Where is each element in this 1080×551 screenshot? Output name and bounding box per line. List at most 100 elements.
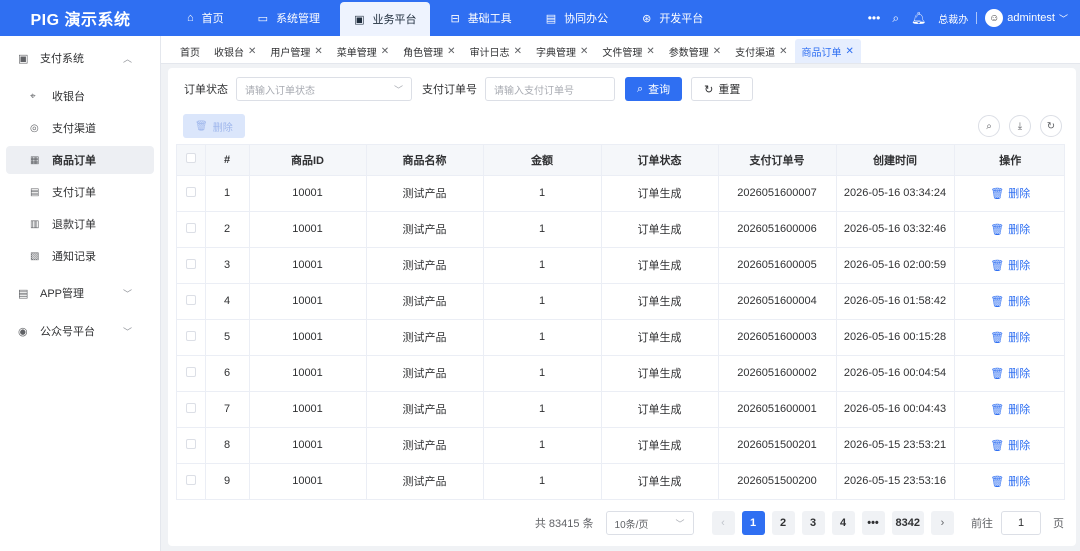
search-toggle-icon[interactable]: ⌕ (978, 115, 1000, 137)
tab-file-manage[interactable]: 文件管理 ✕ (595, 39, 661, 63)
goto-page-input[interactable]: 1 (1001, 511, 1041, 535)
select-all-checkbox[interactable] (185, 153, 196, 164)
row-checkbox[interactable] (185, 330, 196, 341)
table-row[interactable]: 6 10001 测试产品 1 订单生成 2026051600002 2026-05-16 0… (177, 355, 1064, 392)
top-nav-office[interactable]: ▤ 协同办公 (532, 2, 622, 34)
table-row[interactable]: 1 10001 测试产品 1 订单生成 2026051600007 2026-05-16 0… (177, 175, 1064, 212)
action-cell: 🗑︎ 删除 (954, 283, 1064, 320)
download-icon[interactable]: ⤓ (1009, 115, 1031, 137)
avatar[interactable]: ☺ (985, 9, 1004, 27)
chevron-down-icon[interactable]: ﹀ (1059, 12, 1068, 25)
row-delete-button[interactable]: 🗑︎ 删除 (990, 260, 1030, 272)
page-button[interactable]: 1 (741, 511, 765, 535)
page-button[interactable]: 3 (801, 511, 825, 535)
sidebar-item-notify-record[interactable]: ▧ 通知记录 (6, 242, 154, 270)
row-select-cell (177, 175, 206, 212)
close-icon[interactable]: ✕ (314, 46, 322, 57)
pay-no-input[interactable]: 请输入支付订单号 (485, 77, 615, 101)
main-card: 订单状态 请输入订单状态 ﹀ 支付订单号 请输入支付订单号 ⌕ 查询 ↻ 重置 🗑︎… (168, 68, 1076, 546)
batch-delete-button[interactable]: 🗑︎ 删除 (183, 114, 245, 138)
top-nav-dev[interactable]: ⊛ 开发平台 (628, 2, 717, 34)
tab-param-manage[interactable]: 参数管理 ✕ (662, 39, 728, 63)
top-nav-tools[interactable]: ⊟ 基础工具 (436, 2, 525, 34)
row-delete-button[interactable]: 🗑︎ 删除 (990, 332, 1030, 344)
sidebar-group-app[interactable]: ▤ APP管理 ﹀ (0, 274, 160, 312)
row-checkbox[interactable] (185, 366, 196, 377)
table-row[interactable]: 5 10001 测试产品 1 订单生成 2026051600003 2026-05-16 0… (177, 319, 1064, 356)
sidebar-item-cashier[interactable]: ⌖ 收银台 (6, 82, 154, 110)
row-delete-button[interactable]: 🗑︎ 删除 (990, 296, 1030, 308)
goods-name-cell: 测试产品 (366, 319, 484, 356)
row-checkbox[interactable] (185, 222, 196, 233)
close-icon[interactable]: ✕ (248, 46, 256, 57)
sidebar-group-wechat[interactable]: ◉ 公众号平台 ﹀ (0, 312, 160, 350)
row-delete-button[interactable]: 🗑︎ 删除 (990, 188, 1030, 200)
row-delete-button[interactable]: 🗑︎ 删除 (990, 404, 1030, 416)
row-checkbox[interactable] (185, 258, 196, 269)
page-button[interactable]: 2 (771, 511, 795, 535)
top-nav-system[interactable]: ▭ 系统管理 (244, 2, 334, 34)
top-right-tools: ••• ⌕ 🔔︎ 总裁办 ☺ admintest ﹀ (856, 9, 1080, 27)
table-row[interactable]: 9 10001 测试产品 1 订单生成 2026051500200 2026-05-15 2… (177, 463, 1064, 499)
table-row[interactable]: 7 10001 测试产品 1 订单生成 2026051600001 2026-05-16 0… (177, 391, 1064, 428)
more-button[interactable]: ••• (868, 11, 881, 25)
row-checkbox[interactable] (185, 186, 196, 197)
tab-user-manage[interactable]: 用户管理 ✕ (263, 39, 329, 63)
office-icon: ▤ (545, 12, 557, 25)
status-select[interactable]: 请输入订单状态 ﹀ (236, 77, 412, 101)
close-icon[interactable]: ✕ (514, 46, 522, 57)
row-delete-button[interactable]: 🗑︎ 删除 (990, 368, 1030, 380)
tab-menu-manage[interactable]: 菜单管理 ✕ (330, 39, 396, 63)
tab-role-manage[interactable]: 角色管理 ✕ (396, 39, 462, 63)
top-nav-home[interactable]: ⌂ 首页 (173, 2, 238, 34)
query-button[interactable]: ⌕ 查询 (625, 77, 683, 101)
close-icon[interactable]: ✕ (779, 46, 787, 57)
created-time-cell: 2026-05-16 00:04:43 (836, 391, 955, 428)
close-icon[interactable]: ✕ (646, 46, 654, 57)
close-icon[interactable]: ✕ (381, 46, 389, 57)
goods-id-cell: 10001 (249, 247, 367, 284)
row-checkbox[interactable] (185, 438, 196, 449)
sidebar-group-payment[interactable]: ▣ 支付系统 ︿ (0, 36, 160, 80)
tab-dict-manage[interactable]: 字典管理 ✕ (529, 39, 595, 63)
row-delete-button[interactable]: 🗑︎ 删除 (990, 224, 1030, 236)
sidebar-item-channel[interactable]: ◎ 支付渠道 (6, 114, 154, 142)
top-nav-business[interactable]: ▣ 业务平台 (340, 2, 431, 36)
table-row[interactable]: 8 10001 测试产品 1 订单生成 2026051500201 2026-05-15 2… (177, 427, 1064, 464)
table-row[interactable]: 4 10001 测试产品 1 订单生成 2026051600004 2026-05-16 0… (177, 283, 1064, 320)
table-row[interactable]: 2 10001 测试产品 1 订单生成 2026051600006 2026-05-16 0… (177, 211, 1064, 248)
row-checkbox[interactable] (185, 474, 196, 485)
refresh-icon[interactable]: ↻ (1040, 115, 1062, 137)
row-checkbox[interactable] (185, 294, 196, 305)
close-icon[interactable]: ✕ (447, 46, 455, 57)
pay-no-label: 支付订单号 (422, 84, 477, 96)
close-icon[interactable]: ✕ (846, 46, 854, 57)
row-delete-button[interactable]: 🗑︎ 删除 (990, 476, 1030, 488)
row-select-cell (177, 355, 206, 392)
tab-home[interactable]: 首页 (173, 39, 207, 63)
close-icon[interactable]: ✕ (713, 46, 721, 57)
page-size-select[interactable]: 10条/页 ﹀ (605, 511, 694, 535)
sidebar-item-product-order[interactable]: ▦ 商品订单 (6, 146, 154, 174)
row-checkbox[interactable] (185, 402, 196, 413)
page-button[interactable]: 4 (831, 511, 855, 535)
username[interactable]: admintest (1007, 12, 1055, 24)
sidebar-item-pay-order[interactable]: ▤ 支付订单 (6, 178, 154, 206)
prev-page-button[interactable]: ‹ (711, 511, 735, 535)
sidebar-item-refund-order[interactable]: ▥ 退款订单 (6, 210, 154, 238)
page-ellipsis-button[interactable]: ••• (861, 511, 885, 535)
next-page-button[interactable]: › (931, 511, 954, 535)
page-button[interactable]: 8342 (891, 511, 924, 535)
row-delete-button[interactable]: 🗑︎ 删除 (990, 440, 1030, 452)
search-icon[interactable]: ⌕ (892, 11, 899, 26)
table-row[interactable]: 3 10001 测试产品 1 订单生成 2026051600005 2026-05-16 0… (177, 247, 1064, 284)
tenant-switch[interactable]: 总裁办 (938, 11, 968, 26)
action-cell: 🗑︎ 删除 (954, 391, 1064, 428)
bell-icon[interactable]: 🔔︎ (911, 11, 926, 25)
tab-product-order[interactable]: 商品订单 ✕ (794, 39, 861, 63)
tab-pay-channel[interactable]: 支付渠道 ✕ (728, 39, 794, 63)
reset-button[interactable]: ↻ 重置 (691, 77, 754, 101)
close-icon[interactable]: ✕ (580, 46, 588, 57)
tab-audit-log[interactable]: 审计日志 ✕ (463, 39, 529, 63)
tab-cashier[interactable]: 收银台 ✕ (207, 39, 263, 63)
